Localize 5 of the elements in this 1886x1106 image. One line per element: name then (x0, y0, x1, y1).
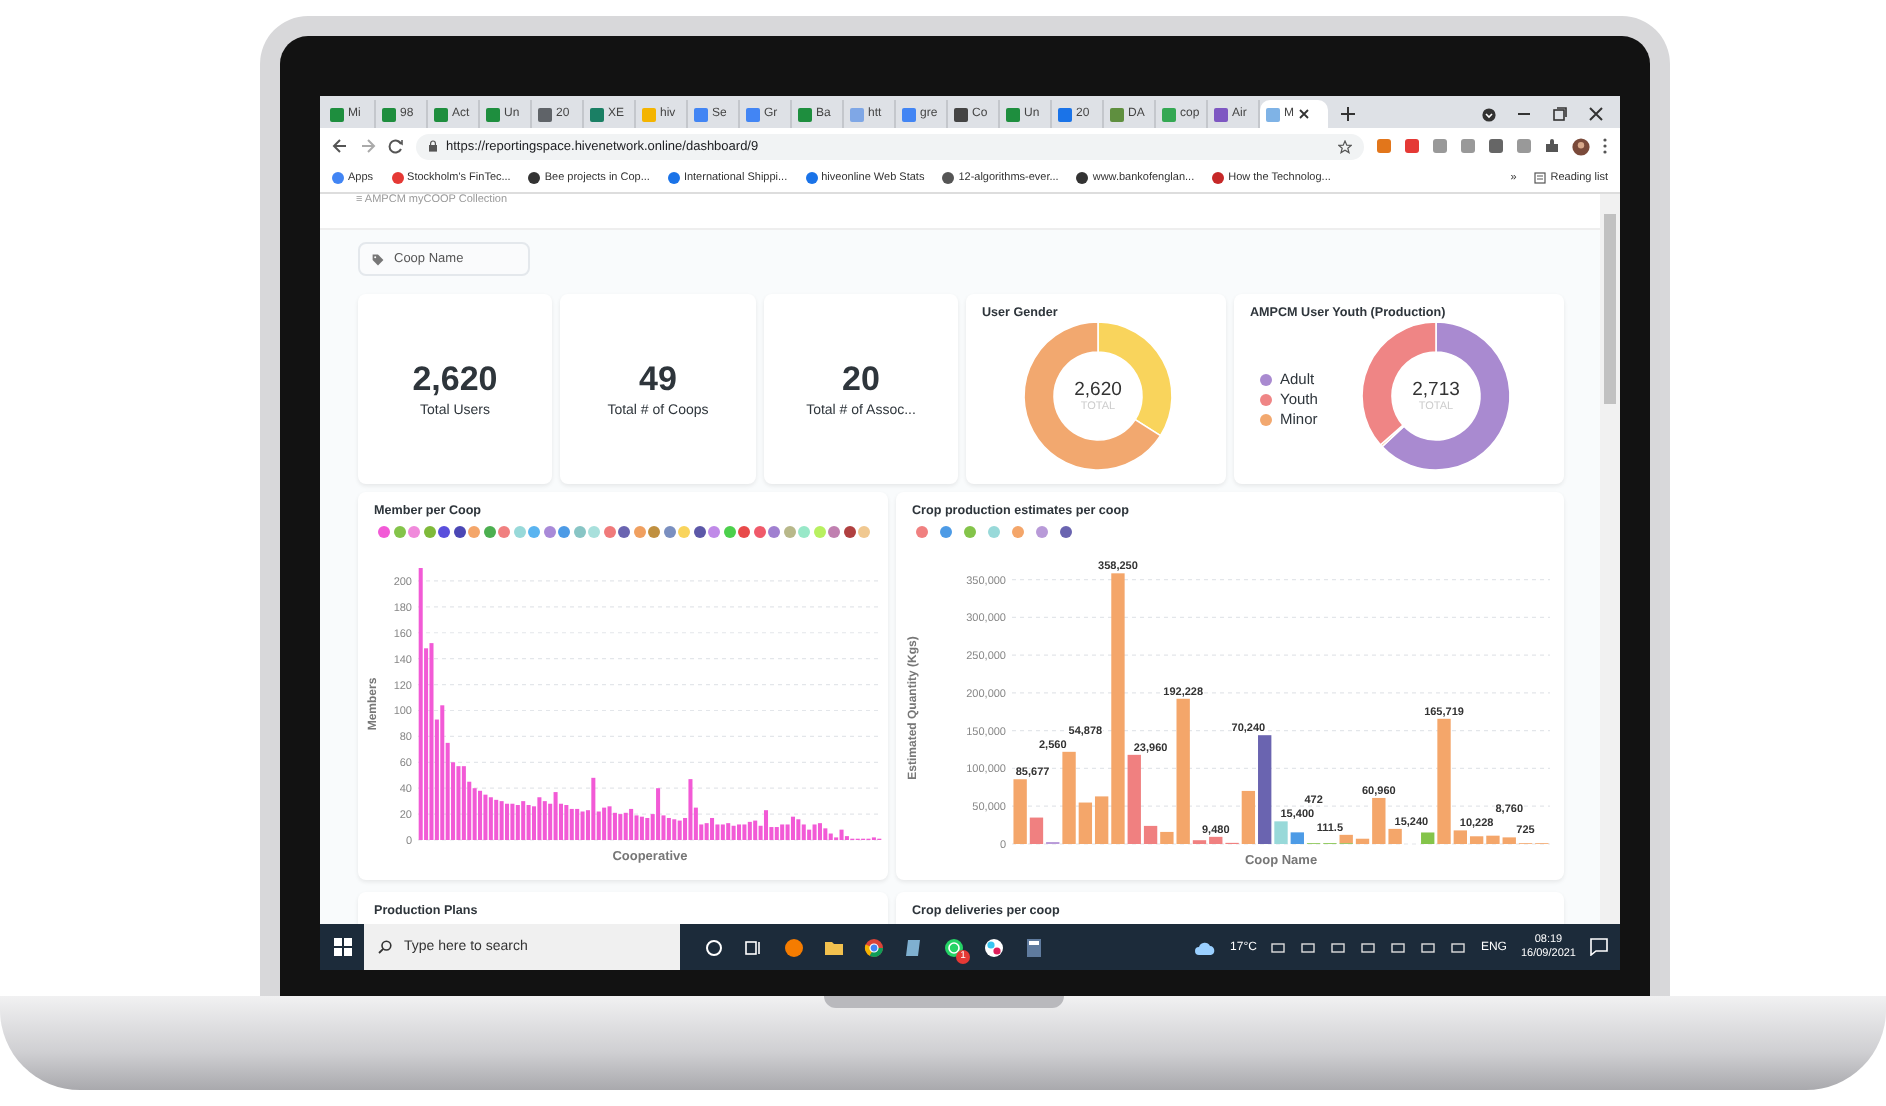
stat-value: 20 (842, 360, 880, 400)
donut-total: 2,713 (1412, 379, 1460, 401)
stat-value: 49 (639, 360, 677, 400)
donut-total: 2,620 (1074, 379, 1122, 401)
stat-value: 2,620 (412, 360, 498, 400)
